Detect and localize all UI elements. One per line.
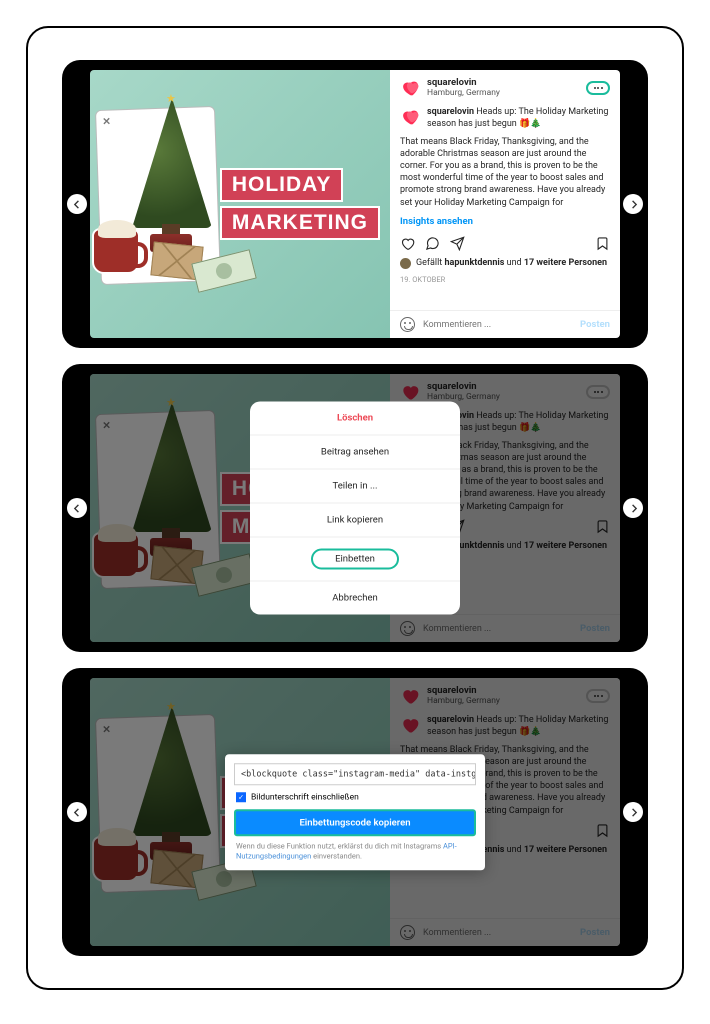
- menu-copy-link[interactable]: Link kopieren: [250, 504, 460, 538]
- share-icon[interactable]: [450, 236, 465, 251]
- post-button[interactable]: Posten: [580, 319, 610, 330]
- caption: squarelovin Heads up: The Holiday Market…: [427, 106, 610, 130]
- embed-code-field[interactable]: <blockquote class="instagram-media" data…: [234, 763, 476, 785]
- like-icon[interactable]: [400, 236, 415, 251]
- embed-dialog: <blockquote class="instagram-media" data…: [225, 754, 485, 870]
- likes-row[interactable]: Gefällt hapunktdennis und 17 weitere Per…: [390, 255, 620, 272]
- menu-embed[interactable]: Einbetten: [250, 538, 460, 582]
- carousel-next[interactable]: [623, 194, 643, 214]
- emoji-icon[interactable]: [400, 317, 415, 332]
- menu-share[interactable]: Teilen in ...: [250, 470, 460, 504]
- device-frame-2: ✕★ HOLIDAYMARKETING squarelovinHamburg, …: [62, 364, 648, 652]
- avatar-icon[interactable]: [400, 107, 420, 127]
- username[interactable]: squarelovin: [427, 77, 579, 88]
- checkbox-checked-icon: ✓: [236, 792, 246, 802]
- comment-bar: Posten: [390, 310, 620, 338]
- copy-embed-button[interactable]: Einbettungscode kopieren: [234, 809, 476, 836]
- image-title: HOLIDAYMARKETING: [220, 168, 380, 240]
- more-options-button[interactable]: [586, 81, 610, 95]
- comment-icon[interactable]: [425, 236, 440, 251]
- carousel-prev[interactable]: [67, 194, 87, 214]
- include-caption-checkbox[interactable]: ✓Bildunterschrift einschließen: [234, 785, 476, 809]
- liker-avatar: [400, 258, 411, 269]
- menu-delete[interactable]: Löschen: [250, 402, 460, 436]
- post-sidebar: squarelovinHamburg, Germany squarelovin …: [390, 70, 620, 338]
- carousel-prev[interactable]: [67, 802, 87, 822]
- page-frame: ✕ ★ HOLIDAYMARKETING squarelovinHamburg,…: [26, 26, 684, 990]
- bookmark-icon[interactable]: [595, 236, 610, 251]
- carousel-next[interactable]: [623, 498, 643, 518]
- device-frame-3: ✕★ HOLIDAYMARKETING squarelovinHamburg, …: [62, 668, 648, 956]
- terms-text: Wenn du diese Funktion nutzt, erklärst d…: [234, 836, 476, 861]
- carousel-next[interactable]: [623, 802, 643, 822]
- post-image[interactable]: ✕ ★ HOLIDAYMARKETING: [90, 70, 390, 338]
- menu-cancel[interactable]: Abbrechen: [250, 582, 460, 615]
- action-bar: [390, 232, 620, 255]
- menu-view-post[interactable]: Beitrag ansehen: [250, 436, 460, 470]
- insights-link[interactable]: Insights ansehen: [390, 211, 620, 232]
- device-frame-1: ✕ ★ HOLIDAYMARKETING squarelovinHamburg,…: [62, 60, 648, 348]
- mug-sticker: [92, 228, 140, 274]
- options-menu: Löschen Beitrag ansehen Teilen in ... Li…: [250, 402, 460, 615]
- tree-sticker: ★: [126, 98, 218, 248]
- post-body: That means Black Friday, Thanksgiving, a…: [390, 134, 620, 211]
- avatar-icon[interactable]: [400, 78, 420, 98]
- location[interactable]: Hamburg, Germany: [427, 88, 579, 98]
- post-date: 19. OKTOBER: [390, 272, 620, 290]
- screen: ✕ ★ HOLIDAYMARKETING squarelovinHamburg,…: [90, 70, 620, 338]
- comment-input[interactable]: [423, 320, 572, 330]
- carousel-prev[interactable]: [67, 498, 87, 518]
